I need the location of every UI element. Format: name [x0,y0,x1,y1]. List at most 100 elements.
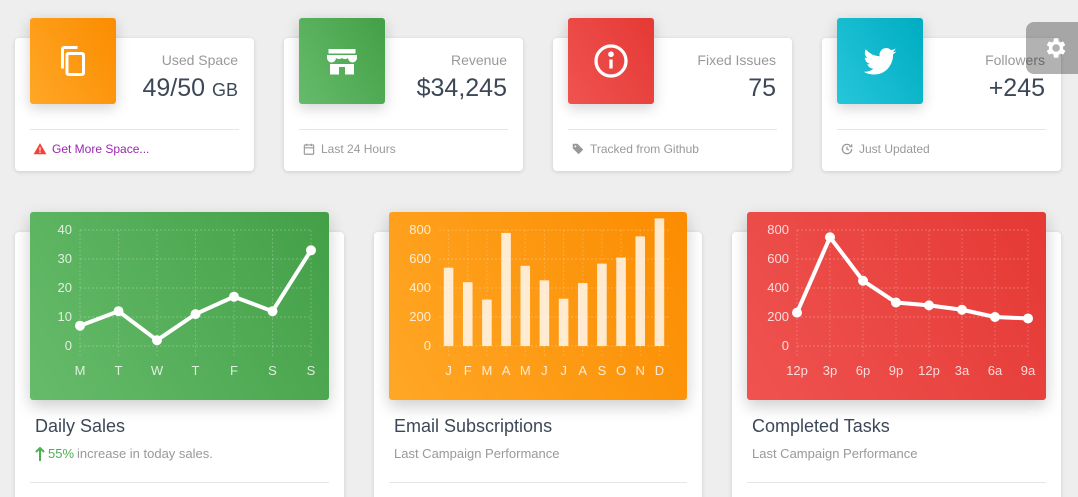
twitter-icon [863,47,897,75]
stat-value-unit: GB [211,80,238,100]
chart-header: 0 10 20 30 40 M T W T F S S [30,212,329,400]
x-tick-label: 12p [786,363,808,378]
x-tick-label: F [230,363,238,378]
chart-sub-text: increase in today sales. [77,446,213,461]
y-tick-label: 10 [58,309,72,324]
x-tick-label: J [445,363,452,378]
chart-subtitle: Last Campaign Performance [394,446,559,461]
copy-icon [61,46,85,76]
chart-subtitle: Last Campaign Performance [752,446,917,461]
bar [577,283,588,346]
stat-footer-text: Last 24 Hours [321,142,396,156]
stat-footer-text[interactable]: Get More Space... [52,142,149,156]
stat-footer: Last 24 Hours [302,142,396,156]
gear-icon [1046,38,1066,58]
bar [597,263,607,346]
data-point [957,304,967,315]
stat-card-fixed-issues: Fixed Issues 75 Tracked from Github [553,18,792,171]
x-tick-label: W [151,363,164,378]
store-icon [327,49,357,75]
data-point [152,335,162,346]
data-point [924,300,934,311]
y-tick-label: 200 [767,309,789,324]
data-point [229,291,239,302]
stat-footer: Tracked from Github [571,142,699,156]
divider [299,129,508,130]
x-tick-label: F [464,363,472,378]
x-tick-label: J [560,363,567,378]
data-point [792,307,802,318]
x-tick-label: O [616,363,626,378]
data-point [75,320,85,331]
bar [539,280,550,346]
x-tick-label: A [502,363,511,378]
x-tick-label: 3p [823,363,837,378]
chart-header: 0 200 400 600 800 J F M A M J J A S O N D [389,212,687,400]
x-tick-label: M [481,363,492,378]
bar [501,232,511,346]
divider [389,482,687,483]
x-tick-label: S [268,363,277,378]
bar [443,267,454,346]
bar [558,298,569,346]
y-tick-label: 800 [767,222,789,237]
x-tick-label: J [541,363,548,378]
stat-footer-link[interactable]: Get More Space... [33,142,149,156]
y-tick-label: 20 [58,280,72,295]
x-tick-label: T [115,363,123,378]
stat-card-used-space: Used Space 49/50 GB Get More Space... [15,18,254,171]
x-tick-label: 6p [856,363,870,378]
bar [520,265,531,346]
settings-button[interactable] [1026,22,1078,74]
y-tick-label: 400 [767,280,789,295]
x-tick-label: D [655,363,664,378]
x-tick-label: S [598,363,607,378]
chart-header: 0 200 400 600 800 12p 3p 6p 9p 12p 3a 6a 9a [747,212,1046,400]
divider [30,482,329,483]
data-point [1023,313,1033,324]
divider [30,129,239,130]
stat-value: 75 [748,74,776,102]
x-tick-label: 9p [889,363,903,378]
y-tick-label: 200 [409,309,431,324]
x-tick-label: 9a [1021,363,1036,378]
divider [747,482,1046,483]
warning-icon [33,143,47,155]
x-tick-label: M [520,363,531,378]
divider [837,129,1046,130]
stat-value-number: 49/50 [142,74,206,102]
data-point [190,309,201,320]
calendar-icon [303,143,315,155]
x-tick-label: N [636,363,645,378]
stat-footer-text: Tracked from Github [590,142,699,156]
y-tick-label: 400 [409,280,431,295]
arrow-up-icon [35,446,45,461]
data-point [990,312,1000,322]
data-point [891,297,901,308]
stat-category: Used Space [161,52,238,68]
x-tick-label: T [192,363,200,378]
data-point [306,245,316,256]
completed-tasks-chart: 0 200 400 600 800 12p 3p 6p 9p 12p 3a 6a 9a [767,222,1036,378]
stat-icon-box [299,18,385,104]
stat-icon-box [837,18,923,104]
x-tick-label: M [75,363,86,378]
divider [568,129,777,130]
stat-value: +245 [988,74,1045,102]
y-tick-label: 40 [58,222,72,237]
bar [616,257,626,346]
chart-sub-text: Last Campaign Performance [394,446,560,461]
y-tick-label: 0 [782,338,789,353]
y-tick-label: 800 [409,222,431,237]
x-tick-label: 12p [918,363,940,378]
tag-icon [572,143,584,155]
update-icon [841,143,853,155]
bar [482,299,492,346]
data-point [113,306,124,317]
data-point [267,306,278,317]
chart-card-completed-tasks: 0 200 400 600 800 12p 3p 6p 9p 12p 3a 6a 9a Complete… [732,212,1061,497]
bar [635,236,646,346]
bar [462,282,473,346]
x-tick-label: 6a [988,363,1003,378]
y-tick-label: 600 [409,251,431,266]
